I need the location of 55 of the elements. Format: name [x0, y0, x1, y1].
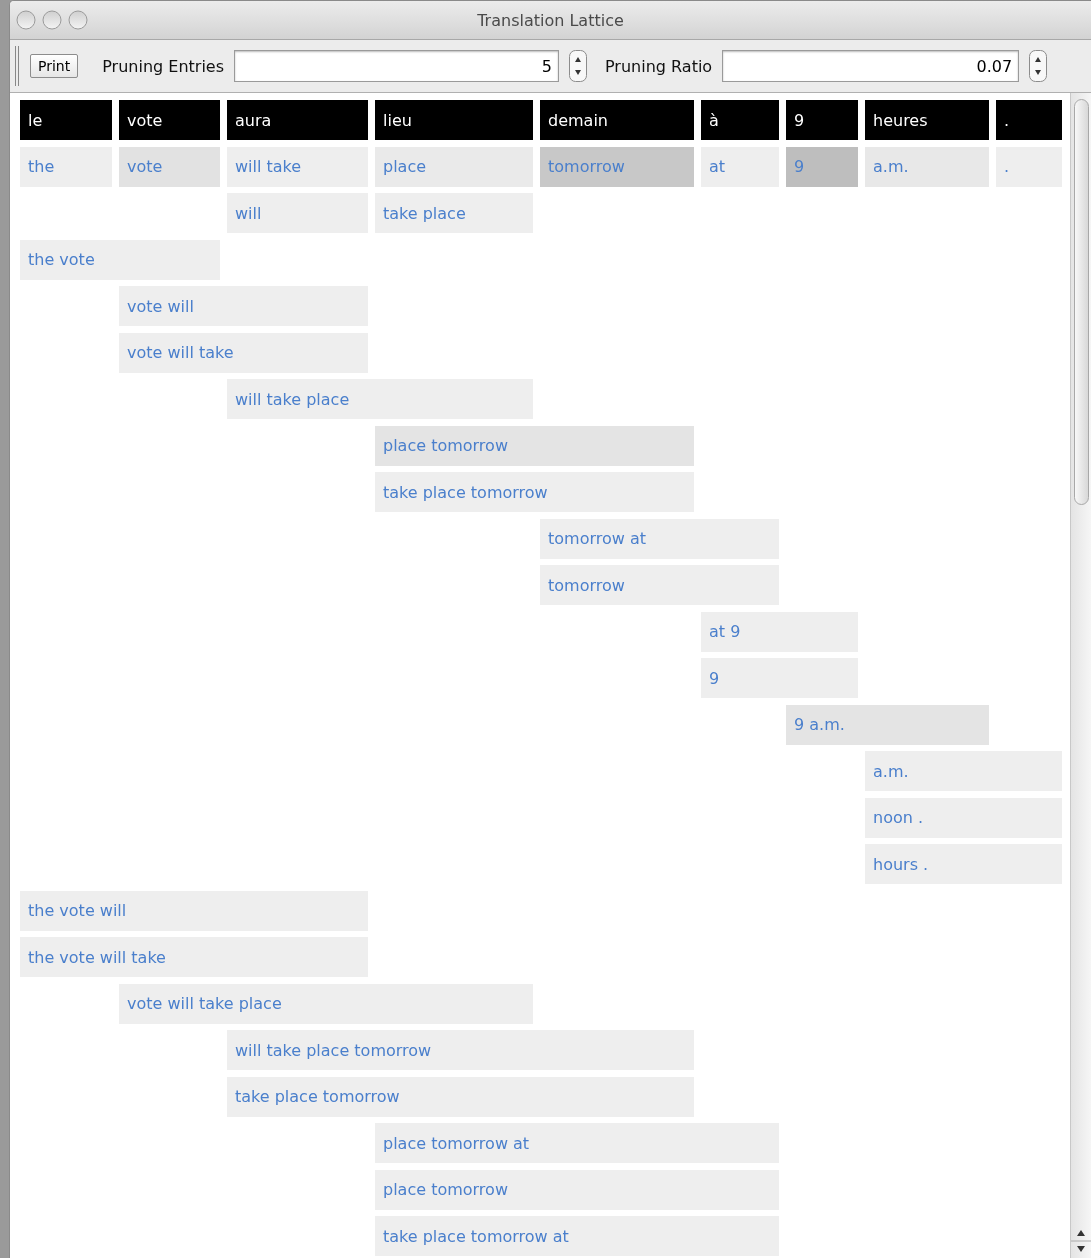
translation-cell[interactable]: vote will take	[119, 332, 368, 373]
pruning-entries-field[interactable]: 5	[234, 50, 559, 82]
field-label: Pruning Entries	[102, 56, 224, 76]
translation-cell[interactable]: tomorrow at	[540, 518, 779, 559]
translation-cell[interactable]: vote	[119, 146, 220, 187]
translation-cell[interactable]: will take place	[227, 379, 533, 419]
translation-cell[interactable]: vote will	[119, 286, 368, 326]
window-title: Translation Lattice	[477, 10, 624, 30]
translation-cell[interactable]: vote will take place	[119, 983, 533, 1024]
scrollbar-thumb[interactable]	[1074, 99, 1089, 505]
source-word-header: 9	[786, 100, 858, 140]
translation-cell[interactable]: at	[701, 146, 779, 187]
translation-cell[interactable]: will take place tomorrow	[227, 1030, 694, 1070]
translation-cell[interactable]: will take	[227, 146, 368, 187]
translation-cell[interactable]: noon .	[865, 797, 1062, 838]
translation-cell[interactable]: the vote will take	[20, 937, 368, 977]
source-word-header: heures	[865, 100, 989, 140]
source-word-header: vote	[119, 100, 220, 140]
source-word-header: le	[20, 100, 112, 140]
translation-cell[interactable]: take place	[375, 193, 533, 233]
translation-cell[interactable]: 9 a.m.	[786, 704, 989, 745]
translation-cell[interactable]: the vote will	[20, 890, 368, 931]
translation-cell[interactable]: place tomorrow	[375, 425, 694, 466]
translation-cell[interactable]: tomorrow	[540, 565, 779, 605]
translation-cell[interactable]: place tomorrow at	[375, 1123, 779, 1163]
translation-cell[interactable]: at 9	[701, 611, 858, 652]
source-word-header: demain	[540, 100, 694, 140]
window-control-button[interactable]	[42, 10, 62, 30]
window-control-button[interactable]	[68, 10, 88, 30]
translation-cell[interactable]: take place tomorrow at	[375, 1216, 779, 1256]
translation-cell[interactable]: a.m.	[865, 751, 1062, 791]
translation-cell[interactable]: 9	[701, 658, 858, 698]
pruning-ratio-field[interactable]: 0.07	[722, 50, 1020, 82]
translation-cell[interactable]: take place tomorrow	[375, 472, 694, 512]
source-word-header: lieu	[375, 100, 533, 140]
translation-cell[interactable]: hours .	[865, 844, 1062, 884]
translation-cell[interactable]: 9	[786, 146, 858, 187]
translation-cell[interactable]: take place tomorrow	[227, 1076, 694, 1117]
source-word-header: .	[996, 100, 1062, 140]
source-word-header: à	[701, 100, 779, 140]
translation-cell[interactable]: a.m.	[865, 146, 989, 187]
translation-cell[interactable]: .	[996, 146, 1062, 187]
field-label: Pruning Ratio	[605, 56, 713, 76]
source-word-header: aura	[227, 100, 368, 140]
stepper-icon[interactable]	[569, 50, 587, 82]
translation-cell[interactable]: will	[227, 193, 368, 233]
window-control-button[interactable]	[16, 10, 36, 30]
print-button[interactable]: Print	[30, 54, 79, 78]
translation-cell[interactable]: place	[375, 146, 533, 187]
translation-cell[interactable]: place tomorrow	[375, 1169, 779, 1210]
translation-cell[interactable]: the vote	[20, 239, 220, 280]
translation-cell[interactable]: tomorrow	[540, 146, 694, 187]
translation-cell[interactable]: the	[20, 146, 112, 187]
stepper-icon[interactable]	[1029, 50, 1048, 82]
toolbar-grip-icon[interactable]	[14, 46, 20, 86]
